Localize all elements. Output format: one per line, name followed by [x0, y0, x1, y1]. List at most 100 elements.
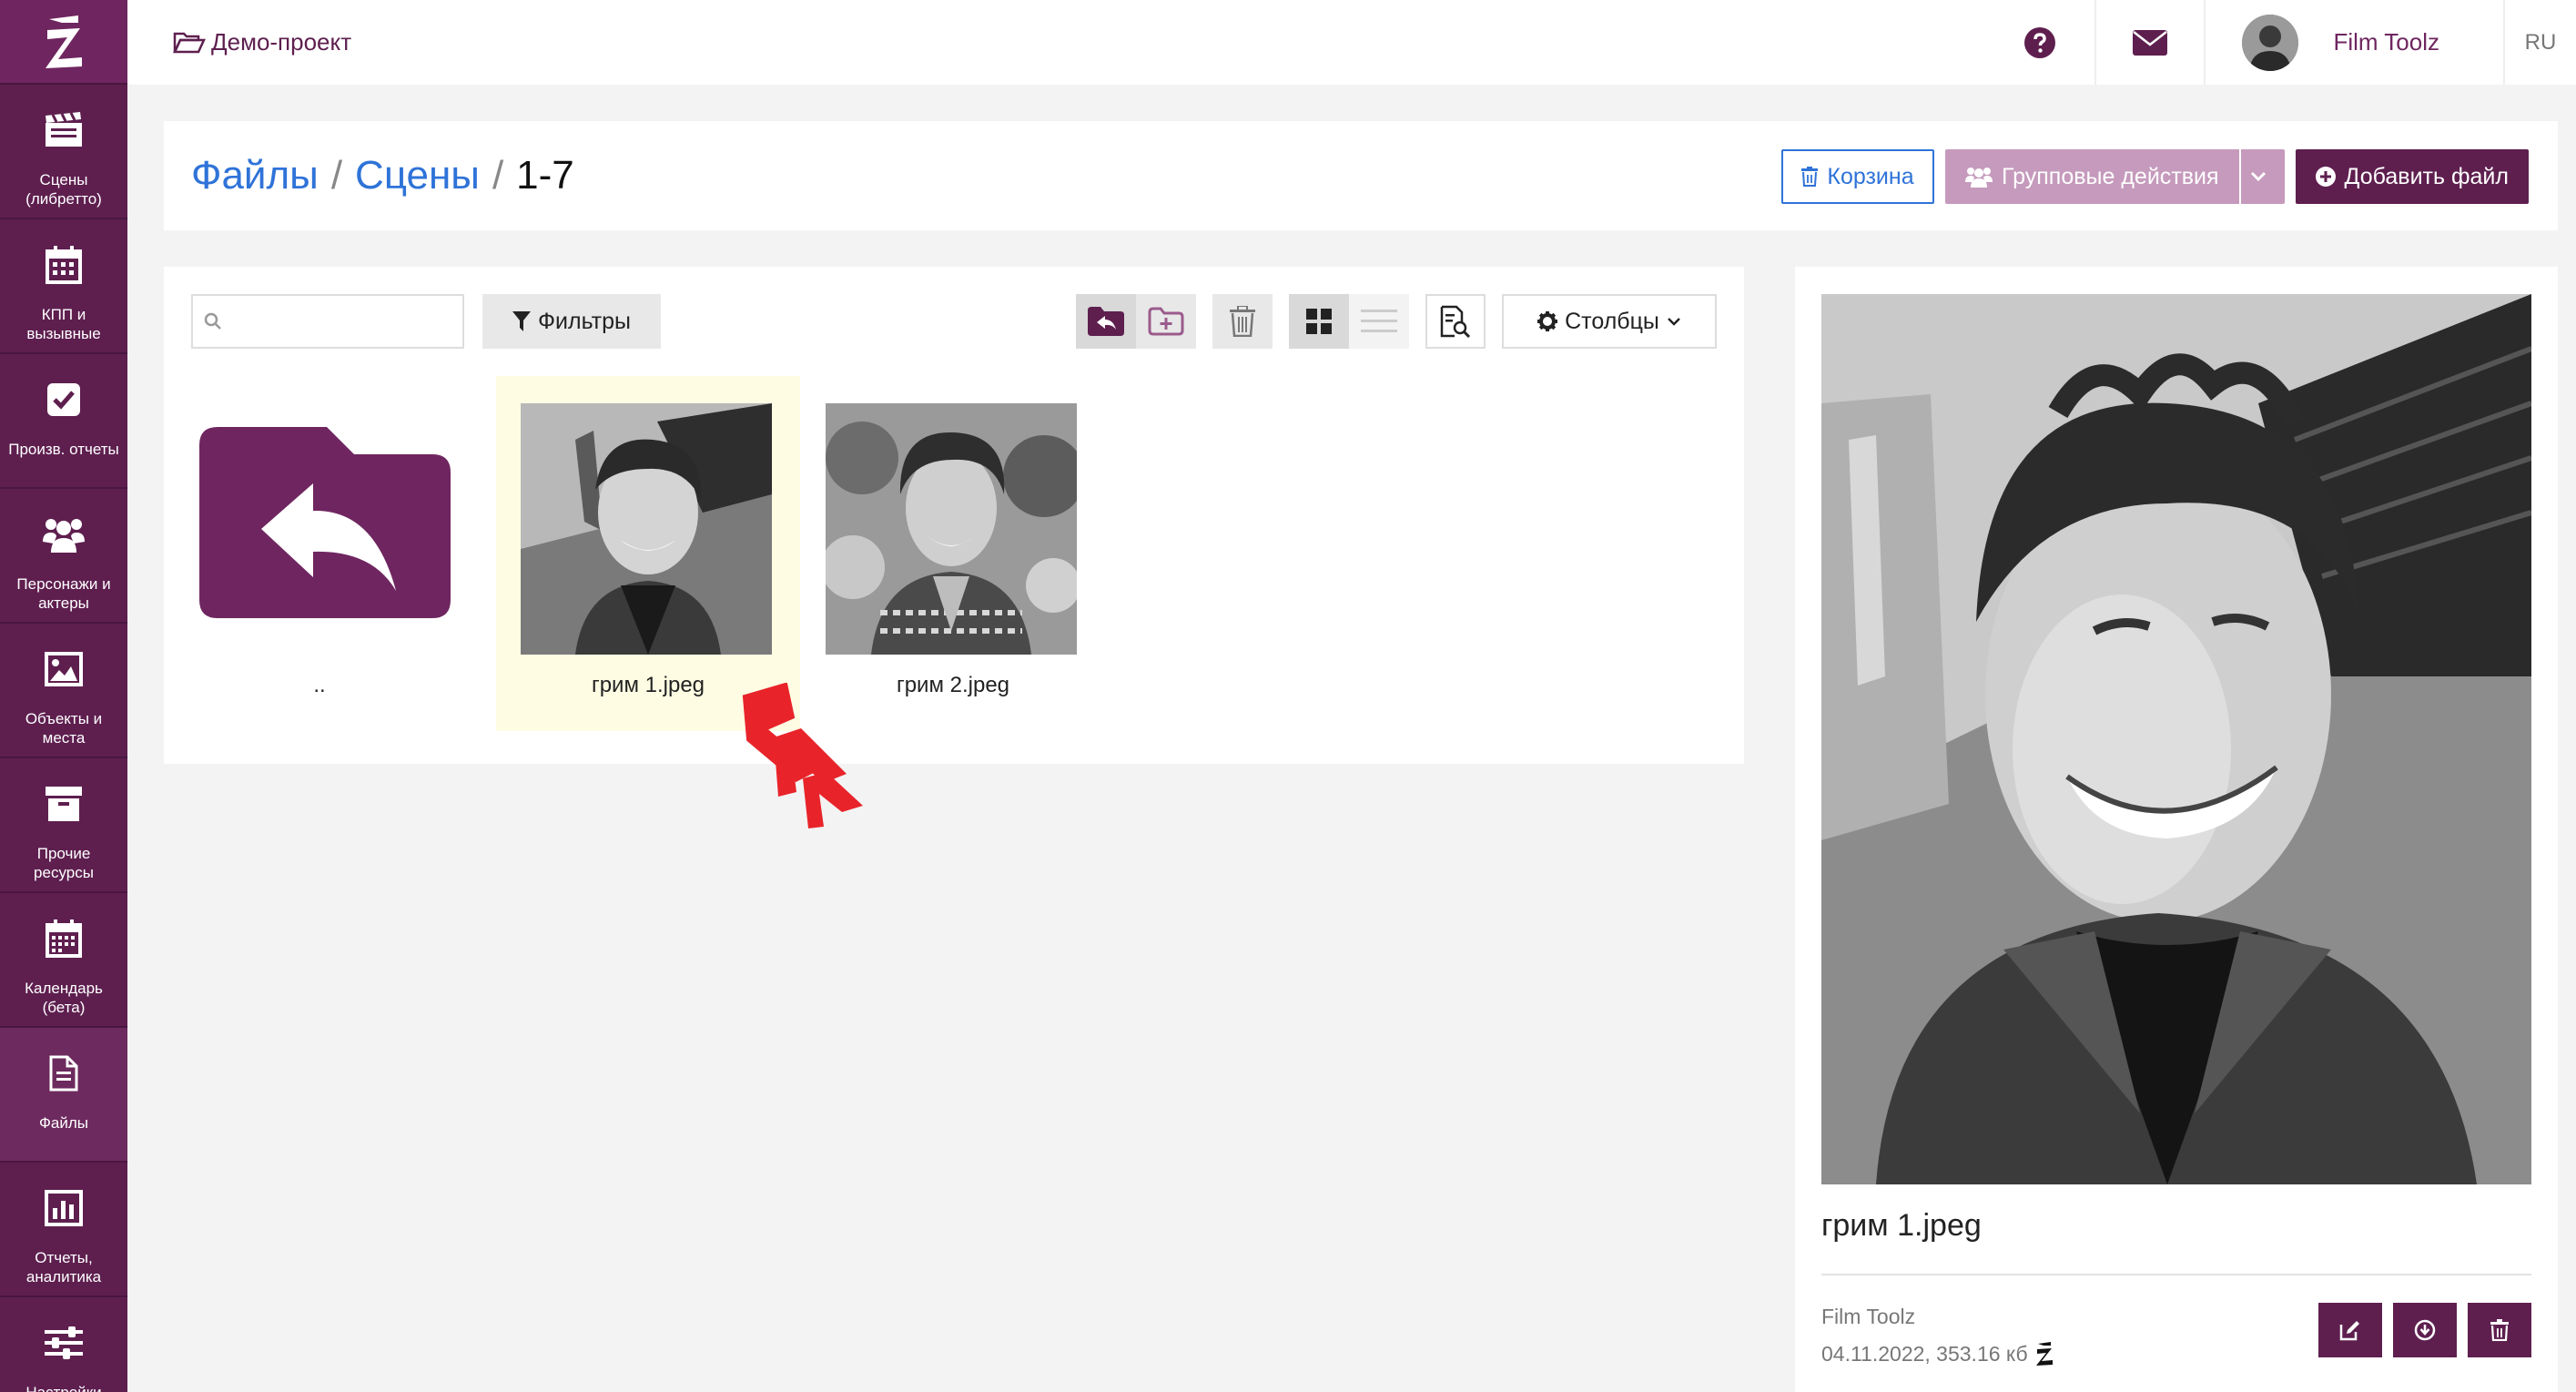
new-folder-button[interactable]: [1136, 294, 1196, 349]
files-panel: Фильтры Столбцы .. грим 1.jpeg грим 2.jp…: [164, 267, 1744, 764]
user-menu[interactable]: Film Toolz: [2204, 0, 2503, 85]
download-button[interactable]: [2393, 1303, 2457, 1357]
folder-back-icon: [199, 427, 451, 618]
breadcrumb-separator: /: [330, 153, 343, 198]
help-button[interactable]: [1985, 0, 2094, 85]
user-name: Film Toolz: [2333, 28, 2439, 56]
avatar: [2242, 14, 2299, 71]
preview-file-name: грим 1.jpeg: [1821, 1208, 1982, 1243]
preview-image: [1821, 294, 2531, 1184]
portrait-thumbnail-image: [826, 403, 1077, 655]
group-actions-button[interactable]: Групповые действия: [1945, 149, 2285, 204]
project-selector[interactable]: Демо-проект: [173, 28, 351, 56]
file-tile-grim-1[interactable]: грим 1.jpeg: [496, 376, 800, 731]
filters-label: Фильтры: [538, 308, 631, 334]
group-actions-label: Групповые действия: [2002, 163, 2219, 189]
delete-file-button[interactable]: [2468, 1303, 2531, 1357]
view-toggle: [1289, 294, 1409, 349]
sidebar-item-locations[interactable]: Объекты и места: [0, 624, 127, 758]
sidebar-item-label: Произв. отчеты: [8, 441, 119, 458]
sidebar-item-call-sheets[interactable]: КПП и вызывные: [0, 219, 127, 354]
search-box[interactable]: [191, 294, 464, 349]
file-thumbnail: [826, 403, 1077, 655]
sidebar-item-label: Прочие ресурсы: [34, 845, 94, 881]
top-bar: Демо-проект Film Toolz RU: [127, 0, 2576, 85]
file-icon: [49, 1055, 78, 1092]
red-chevron-arrow-icon: [742, 683, 863, 828]
sidebar-item-label: Настройки: [22, 1383, 105, 1392]
calendar-grid-icon: [46, 920, 82, 958]
sidebar-item-label: Отчеты, аналитика: [25, 1249, 102, 1285]
clapperboard-icon: [46, 112, 82, 147]
add-file-label: Добавить файл: [2344, 163, 2509, 189]
preview-owner: Film Toolz: [1821, 1305, 1916, 1328]
edit-icon: [2339, 1321, 2359, 1341]
sidebar-item-calendar[interactable]: Календарь (бета): [0, 893, 127, 1028]
preview-toggle-button[interactable]: [1425, 294, 1486, 349]
file-preview-panel: грим 1.jpeg Film Toolz 04.11.2022, 353.1…: [1795, 267, 2558, 1392]
portrait-thumbnail-image: [521, 403, 772, 655]
sidebar-item-label: Файлы: [38, 1114, 88, 1132]
preview-date-size: 04.11.2022, 353.16 кб: [1821, 1341, 2028, 1366]
grid-view-button[interactable]: [1289, 294, 1349, 349]
messages-button[interactable]: [2094, 0, 2204, 85]
sidebar-item-scenes[interactable]: Сцены (либретто): [0, 85, 127, 219]
trash-icon: [2490, 1319, 2509, 1341]
search-input[interactable]: [231, 309, 450, 334]
download-circle-icon: [2414, 1319, 2436, 1341]
plus-circle-icon: [2315, 167, 2336, 187]
folder-plus-icon: [1148, 307, 1184, 336]
sidebar-item-settings[interactable]: Настройки: [0, 1297, 127, 1392]
breadcrumb-separator: /: [492, 153, 504, 198]
breadcrumb-parent[interactable]: Сцены: [355, 153, 480, 198]
image-icon: [45, 652, 83, 686]
z-logo-icon: [2035, 1342, 2053, 1366]
edit-button[interactable]: [2318, 1303, 2382, 1357]
chevron-down-icon: [2250, 171, 2266, 182]
sidebar: Сцены (либретто) КПП и вызывные Произв. …: [0, 0, 127, 1392]
page-header: Файлы / Сцены/1-7 Корзина Групповые действ…: [164, 121, 2558, 230]
archive-icon: [46, 787, 82, 821]
filters-button[interactable]: Фильтры: [482, 294, 661, 349]
sliders-icon: [45, 1326, 83, 1359]
add-file-button[interactable]: Добавить файл: [2295, 149, 2529, 204]
chevron-down-icon: [1668, 318, 1680, 326]
document-search-icon: [1440, 305, 1471, 338]
trash-label: Корзина: [1827, 163, 1914, 189]
search-icon: [204, 312, 221, 330]
grid-icon: [1306, 309, 1332, 334]
file-tile-parent[interactable]: ..: [167, 376, 472, 731]
folder-open-icon: [173, 32, 206, 53]
question-circle-icon: [2024, 26, 2056, 58]
z-logo-icon: [46, 15, 82, 68]
breadcrumb-current: 1-7: [516, 153, 574, 198]
delete-button[interactable]: [1212, 294, 1273, 349]
divider: [1821, 1274, 2531, 1275]
gear-icon: [1537, 311, 1558, 331]
folder-back-icon: [1088, 307, 1124, 336]
list-icon: [1361, 310, 1397, 332]
list-view-button[interactable]: [1349, 294, 1409, 349]
calendar-icon: [46, 246, 82, 284]
trash-button[interactable]: Корзина: [1781, 149, 1934, 204]
columns-button[interactable]: Столбцы: [1502, 294, 1717, 349]
project-name: Демо-проект: [211, 28, 352, 56]
language-switch[interactable]: RU: [2503, 0, 2576, 85]
file-tile-grim-2[interactable]: грим 2.jpeg: [801, 376, 1105, 731]
folder-tools: [1076, 294, 1196, 349]
portrait-preview-image: [1821, 294, 2531, 1184]
breadcrumb-root[interactable]: Файлы: [191, 153, 319, 198]
file-thumbnail: [521, 403, 772, 655]
sidebar-item-resources[interactable]: Прочие ресурсы: [0, 758, 127, 893]
sidebar-item-analytics[interactable]: Отчеты, аналитика: [0, 1163, 127, 1297]
sidebar-item-label: Календарь (бета): [25, 980, 103, 1016]
preview-meta: 04.11.2022, 353.16 кб: [1821, 1341, 2054, 1367]
sidebar-item-reports[interactable]: Произв. отчеты: [0, 354, 127, 489]
app-logo[interactable]: [0, 0, 127, 85]
trash-icon: [1230, 306, 1255, 337]
parent-folder-button[interactable]: [1076, 294, 1136, 349]
group-actions-dropdown[interactable]: [2238, 149, 2285, 204]
sidebar-item-files[interactable]: Файлы: [0, 1028, 127, 1163]
annotation-arrow-icon: [728, 683, 865, 828]
sidebar-item-characters[interactable]: Персонажи и актеры: [0, 489, 127, 624]
